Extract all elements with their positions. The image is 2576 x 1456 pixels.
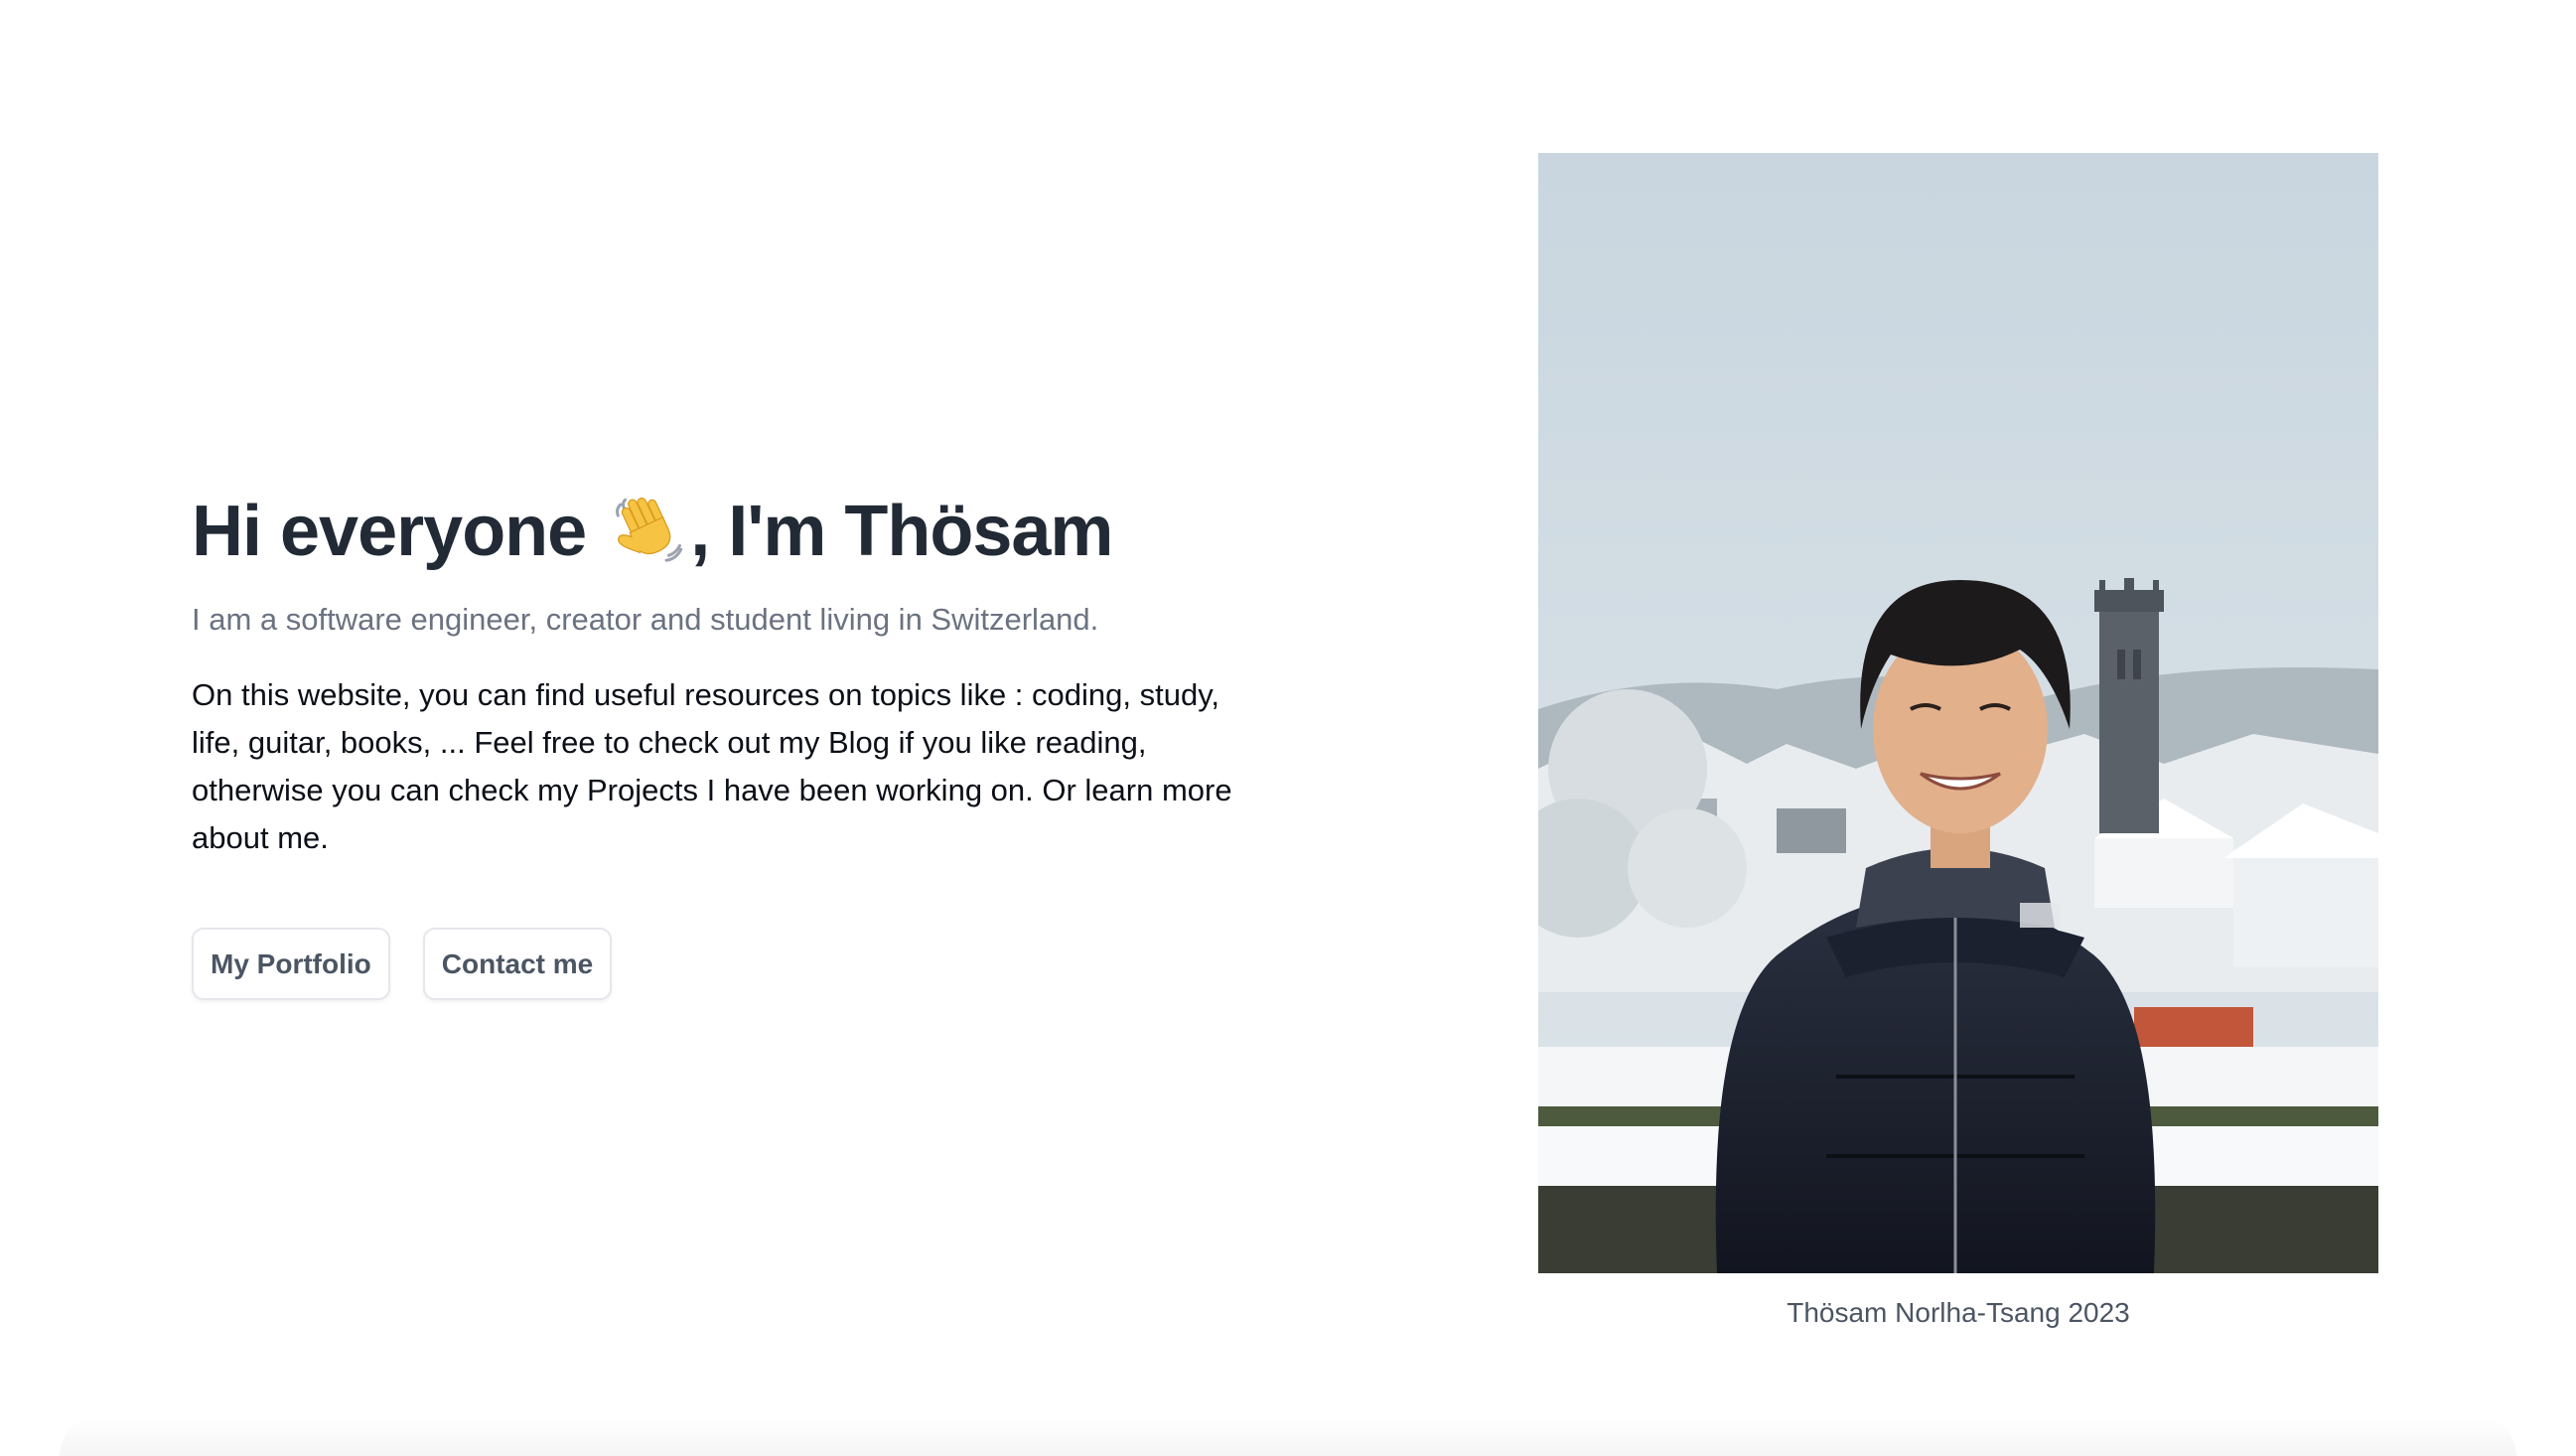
hero-description: On this website, you can find useful res… xyxy=(192,677,1232,855)
page-title: Hi everyone , I'm Thösam xyxy=(192,487,1234,576)
profile-photo xyxy=(1538,153,2378,1273)
portfolio-button[interactable]: My Portfolio xyxy=(192,928,390,1000)
greeting-text: Hi everyone xyxy=(192,492,587,571)
home-page: Hi everyone , I'm Thösam I am a software… xyxy=(0,0,2576,1456)
profile-figure: Thösam Norlha-Tsang 2023 xyxy=(1538,153,2378,1329)
hero-subtitle: I am a software engineer, creator and st… xyxy=(192,602,1099,637)
photo-caption: Thösam Norlha-Tsang 2023 xyxy=(1787,1297,2130,1328)
contact-button[interactable]: Contact me xyxy=(422,928,613,1000)
hero-actions: My Portfolio Contact me xyxy=(192,928,1234,1000)
name-text: , I'm Thösam xyxy=(690,492,1113,571)
hero-section: Hi everyone , I'm Thösam I am a software… xyxy=(192,487,1234,1000)
bottom-divider xyxy=(60,1416,2516,1456)
waving-hand-icon xyxy=(616,497,683,562)
